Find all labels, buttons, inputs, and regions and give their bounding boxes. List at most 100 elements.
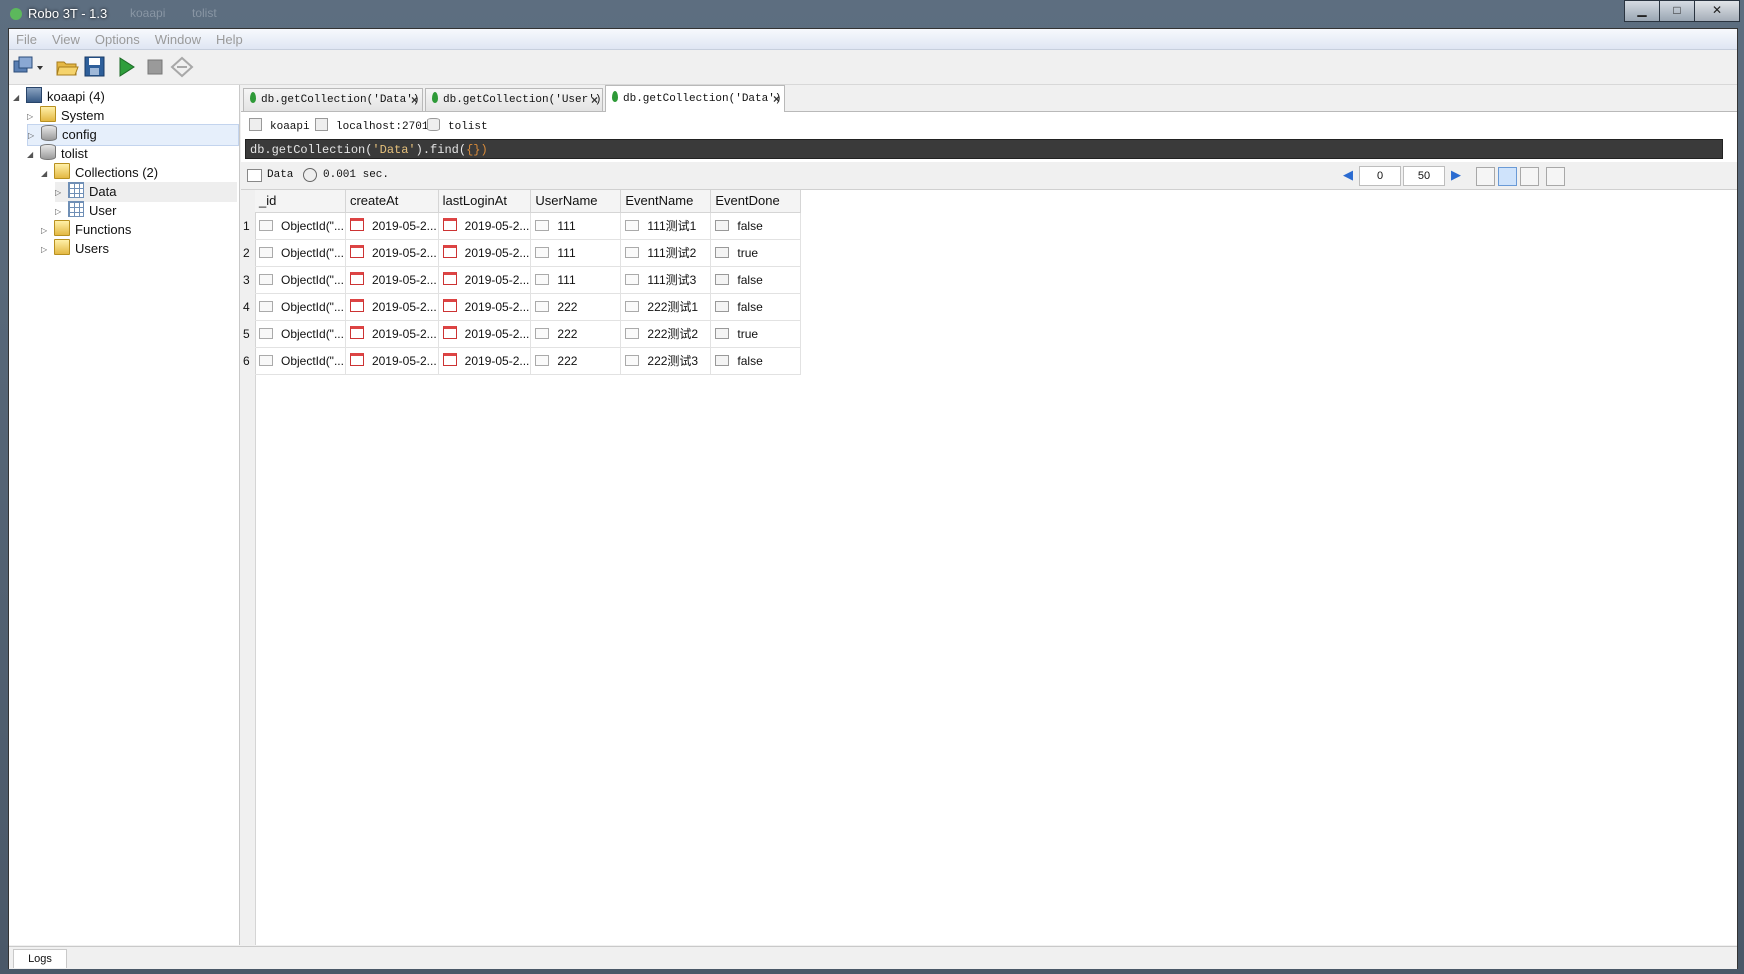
- skip-input[interactable]: 0: [1359, 166, 1401, 186]
- column-header[interactable]: UserName: [530, 190, 622, 213]
- table-cell[interactable]: false: [710, 293, 802, 321]
- table-row[interactable]: ObjectId("... 2019-05-2... 2019-05-2... 111…: [255, 266, 802, 294]
- open-button[interactable]: [55, 55, 79, 79]
- minimize-button[interactable]: ▁: [1624, 0, 1660, 22]
- column-header[interactable]: createAt: [345, 190, 439, 213]
- table-cell[interactable]: true: [710, 239, 802, 267]
- collapse-arrow-icon[interactable]: ▷: [28, 126, 38, 146]
- close-tab-icon[interactable]: ×: [773, 86, 780, 112]
- table-cell[interactable]: 111: [530, 266, 622, 294]
- query-editor[interactable]: db.getCollection('Data').find({}): [245, 139, 1723, 159]
- menu-options[interactable]: Options: [88, 29, 148, 47]
- table-cell[interactable]: 2019-05-2...: [345, 212, 439, 240]
- column-header[interactable]: EventName: [620, 190, 712, 213]
- table-cell[interactable]: ObjectId("...: [255, 347, 346, 375]
- table-row[interactable]: ObjectId("... 2019-05-2... 2019-05-2... 222…: [255, 320, 802, 348]
- limit-input[interactable]: 50: [1403, 166, 1445, 186]
- collapse-arrow-icon[interactable]: ▷: [41, 240, 51, 260]
- menu-file[interactable]: File: [9, 29, 45, 47]
- tree-db-tolist[interactable]: ◢ tolist: [27, 144, 88, 164]
- folder-icon: [54, 239, 70, 255]
- table-cell[interactable]: ObjectId("...: [255, 239, 346, 267]
- table-cell[interactable]: 2019-05-2...: [438, 239, 532, 267]
- table-cell[interactable]: 2019-05-2...: [345, 347, 439, 375]
- menu-help[interactable]: Help: [209, 29, 251, 47]
- table-cell[interactable]: 111测试3: [620, 266, 712, 294]
- text-view-icon[interactable]: [1520, 167, 1539, 186]
- tree-server-koaapi[interactable]: ◢ koaapi (4): [13, 87, 105, 107]
- expand-arrow-icon[interactable]: ◢: [41, 164, 51, 184]
- table-cell[interactable]: 2019-05-2...: [438, 320, 532, 348]
- table-cell[interactable]: ObjectId("...: [255, 293, 346, 321]
- menu-window[interactable]: Window: [148, 29, 209, 47]
- table-cell[interactable]: 2019-05-2...: [345, 266, 439, 294]
- table-cell[interactable]: 111测试1: [620, 212, 712, 240]
- table-cell[interactable]: 2019-05-2...: [438, 293, 532, 321]
- column-header[interactable]: EventDone: [710, 190, 802, 213]
- table-cell[interactable]: false: [710, 347, 802, 375]
- collapse-arrow-icon[interactable]: ▷: [55, 183, 65, 203]
- table-cell[interactable]: 111: [530, 239, 622, 267]
- table-row[interactable]: ObjectId("... 2019-05-2... 2019-05-2... 111…: [255, 212, 802, 240]
- menu-view[interactable]: View: [45, 29, 88, 47]
- table-cell[interactable]: ObjectId("...: [255, 266, 346, 294]
- column-header[interactable]: _id: [255, 190, 346, 213]
- table-cell[interactable]: 2019-05-2...: [438, 212, 532, 240]
- expand-arrow-icon[interactable]: ◢: [13, 88, 23, 108]
- refresh-button[interactable]: [169, 55, 194, 79]
- table-cell[interactable]: 2019-05-2...: [345, 239, 439, 267]
- table-cell[interactable]: 2019-05-2...: [345, 320, 439, 348]
- tree-functions[interactable]: ▷ Functions: [41, 220, 131, 240]
- collapse-arrow-icon[interactable]: ▷: [55, 202, 65, 222]
- tree-system[interactable]: ▷ System: [27, 106, 104, 126]
- expand-arrow-icon[interactable]: ◢: [27, 145, 37, 165]
- logs-tab[interactable]: Logs: [13, 949, 67, 968]
- table-cell[interactable]: 222: [530, 347, 622, 375]
- table-cell[interactable]: 222: [530, 320, 622, 348]
- tree-view-icon[interactable]: [1476, 167, 1495, 186]
- table-view-icon[interactable]: [1498, 167, 1517, 186]
- maximize-view-icon[interactable]: [1546, 167, 1565, 186]
- cell-value: 2019-05-2...: [371, 300, 437, 314]
- table-cell[interactable]: 222: [530, 293, 622, 321]
- stop-button[interactable]: [143, 55, 167, 79]
- prev-page-icon[interactable]: ◀: [1343, 167, 1353, 183]
- maximize-button[interactable]: □: [1659, 0, 1695, 22]
- close-button[interactable]: ✕: [1694, 0, 1740, 22]
- table-cell[interactable]: ObjectId("...: [255, 212, 346, 240]
- table-cell[interactable]: 2019-05-2...: [345, 293, 439, 321]
- execute-button[interactable]: [115, 55, 139, 79]
- table-row[interactable]: ObjectId("... 2019-05-2... 2019-05-2... 222…: [255, 293, 802, 321]
- table-row[interactable]: ObjectId("... 2019-05-2... 2019-05-2... 111…: [255, 239, 802, 267]
- string-type-icon: [625, 220, 640, 231]
- table-cell[interactable]: 2019-05-2...: [438, 347, 532, 375]
- query-tab[interactable]: db.getCollection('Data').… ×: [243, 88, 423, 111]
- table-cell[interactable]: false: [710, 212, 802, 240]
- table-cell[interactable]: 222测试3: [620, 347, 712, 375]
- table-cell[interactable]: 222测试1: [620, 293, 712, 321]
- collapse-arrow-icon[interactable]: ▷: [41, 221, 51, 241]
- tree-collection-data[interactable]: ▷ Data: [55, 182, 237, 202]
- table-cell[interactable]: 111测试2: [620, 239, 712, 267]
- save-button[interactable]: [83, 55, 107, 79]
- table-cell[interactable]: 222测试2: [620, 320, 712, 348]
- close-tab-icon[interactable]: ×: [411, 89, 418, 111]
- tree-db-config[interactable]: ▷ config: [27, 124, 239, 146]
- tree-collection-user[interactable]: ▷ User: [55, 201, 116, 221]
- table-row[interactable]: ObjectId("... 2019-05-2... 2019-05-2... 222…: [255, 347, 802, 375]
- string-type-icon: [625, 301, 640, 312]
- tree-collections[interactable]: ◢ Collections (2): [41, 163, 158, 183]
- tree-users[interactable]: ▷ Users: [41, 239, 109, 259]
- table-cell[interactable]: true: [710, 320, 802, 348]
- table-cell[interactable]: false: [710, 266, 802, 294]
- column-header[interactable]: lastLoginAt: [438, 190, 532, 213]
- close-tab-icon[interactable]: ×: [591, 89, 598, 111]
- table-cell[interactable]: 111: [530, 212, 622, 240]
- next-page-icon[interactable]: ▶: [1451, 167, 1461, 183]
- connect-button[interactable]: [13, 55, 43, 79]
- string-type-icon: [535, 246, 550, 258]
- table-cell[interactable]: ObjectId("...: [255, 320, 346, 348]
- query-tab-active[interactable]: db.getCollection('Data').… ×: [605, 85, 785, 112]
- table-cell[interactable]: 2019-05-2...: [438, 266, 532, 294]
- query-tab[interactable]: db.getCollection('User')… ×: [425, 88, 603, 111]
